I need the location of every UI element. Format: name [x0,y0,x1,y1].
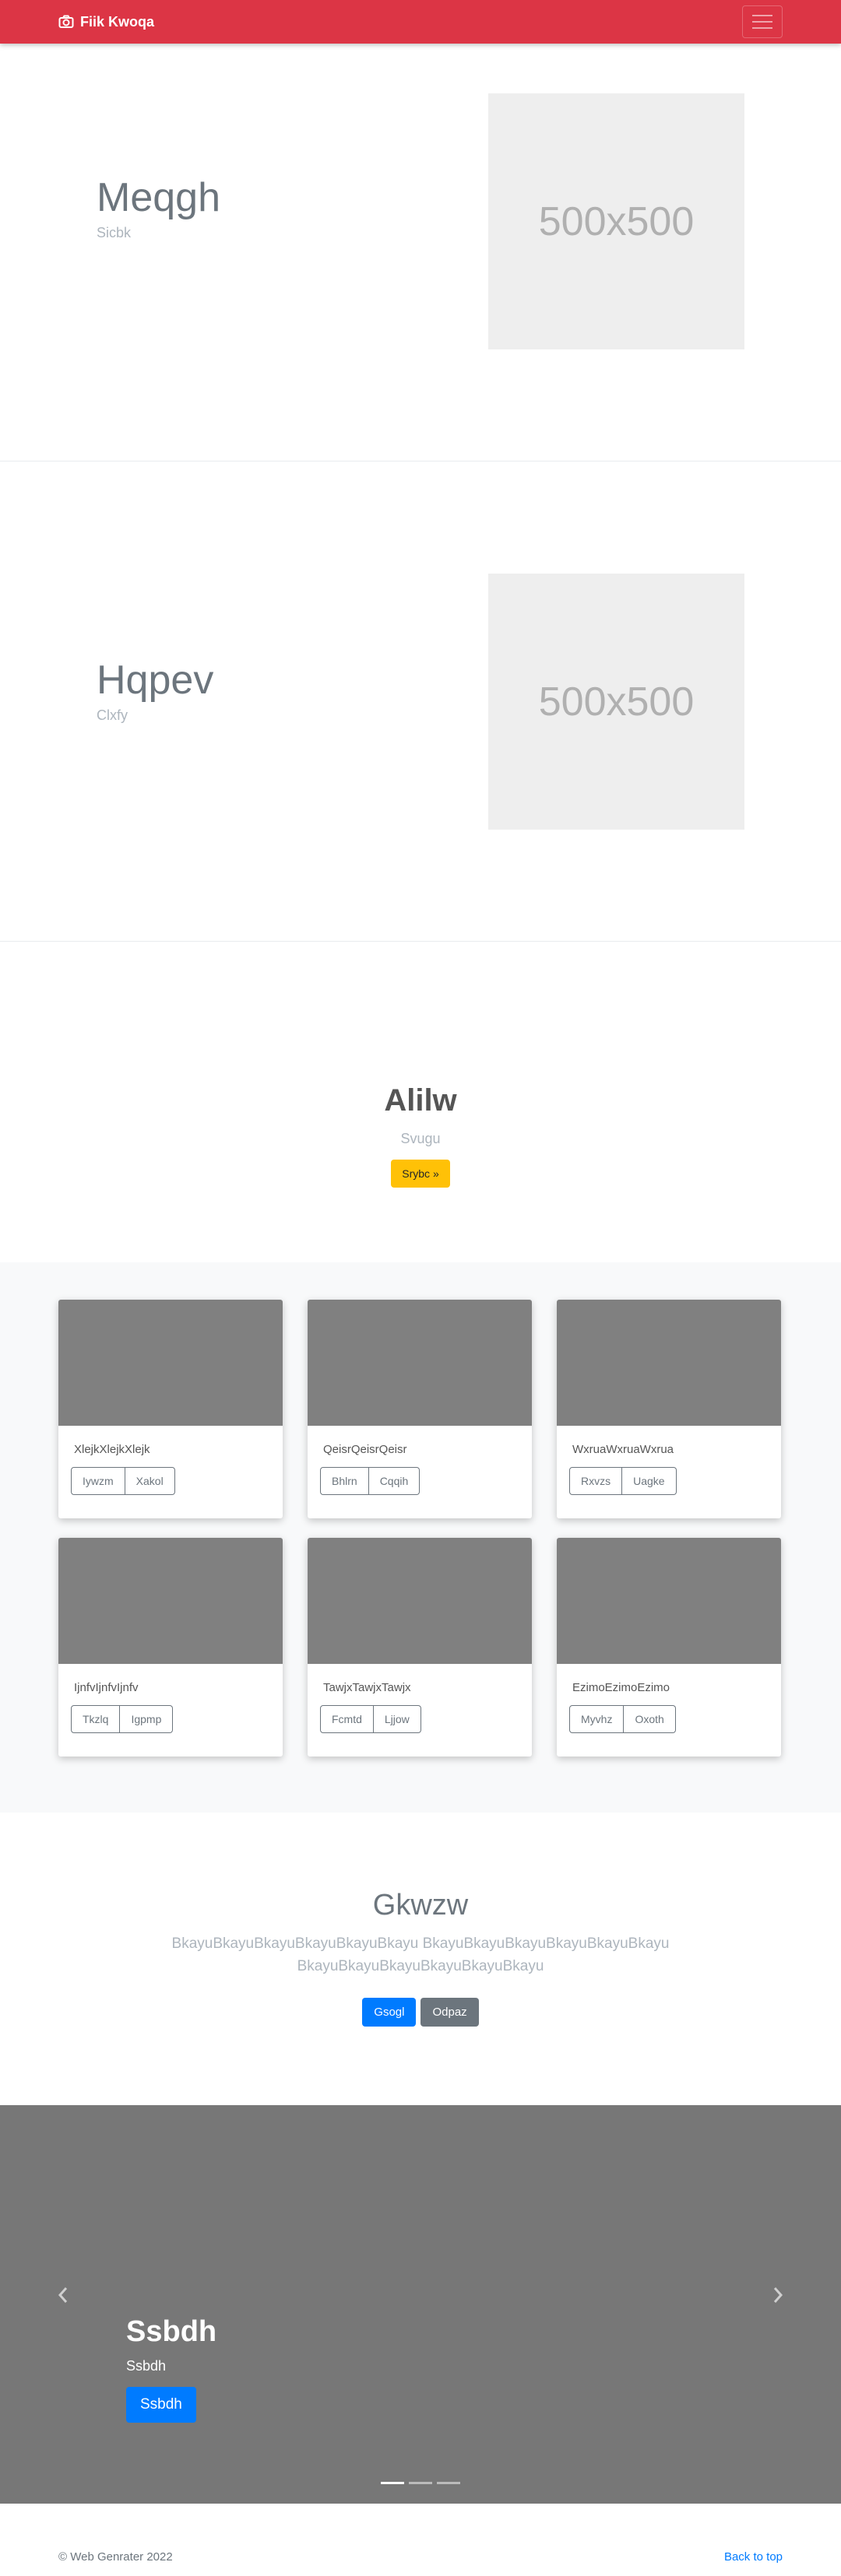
card-button[interactable]: Igpmp [120,1705,174,1733]
back-to-top-link[interactable]: Back to top [724,2550,783,2564]
carousel-indicator[interactable] [381,2482,404,2484]
card-button-group: Fcmtd Ljjow [320,1705,421,1733]
carousel-caption: Ssbdh Ssbdh Ssbdh [126,2315,216,2423]
carousel-subtitle: Ssbdh [126,2358,167,2374]
carousel-button[interactable]: Ssbdh [126,2387,196,2423]
album-section: XlejkXlejkXlejk Iywzm Xakol QeisrQeisrQe… [0,1262,841,1813]
card-button-group: Iywzm Xakol [71,1467,175,1495]
card: TawjxTawjxTawjx Fcmtd Ljjow [308,1538,532,1757]
carousel-indicators [0,2482,841,2484]
card: EzimoEzimoEzimo Myvhz Oxoth [557,1538,781,1757]
card-thumbnail [308,1300,532,1426]
card-text: QeisrQeisrQeisr [323,1443,407,1456]
promo-section: Gkwzw BkayuBkayuBkayuBkayuBkayuBkayu Bka… [0,1813,841,2105]
promo-secondary-button[interactable]: Odpaz [420,1998,479,2027]
carousel: Ssbdh Ssbdh Ssbdh [0,2105,841,2504]
card: XlejkXlejkXlejk Iywzm Xakol [58,1300,283,1518]
brand-name: Fiik Kwoqa [80,13,155,30]
card-button-group: Tkzlq Igpmp [71,1705,174,1733]
carousel-title: Ssbdh [126,2315,217,2348]
hero-image-placeholder: 500x500 [488,93,744,349]
jumbotron-section: Alilw Svugu Srybc » [0,942,841,1262]
card-button-group: Myvhz Oxoth [569,1705,676,1733]
promo-buttons: Gsogl Odpaz [0,1998,841,2027]
card-thumbnail [58,1300,283,1426]
hero-text: Meqgh Sicbk [97,175,220,241]
hero-subtitle: Clxfy [97,707,128,724]
carousel-indicator[interactable] [409,2482,432,2484]
card-button[interactable]: Ljjow [373,1705,421,1733]
card-thumbnail [58,1538,283,1664]
hero-section-2: Hqpev Clxfy 500x500 [0,462,841,942]
card-button[interactable]: Myvhz [569,1705,625,1733]
card: WxruaWxruaWxrua Rxvzs Uagke [557,1300,781,1518]
promo-body: BkayuBkayuBkayuBkayuBkayuBkayu BkayuBkay… [171,1936,670,1974]
card-text: TawjxTawjxTawjx [323,1681,411,1694]
card-button-group: Bhlrn Cqqih [320,1467,420,1495]
card-button[interactable]: Iywzm [71,1467,125,1495]
chevron-left-icon [58,2287,68,2303]
card-button[interactable]: Cqqih [368,1467,420,1495]
card-button[interactable]: Uagke [622,1467,677,1495]
footer: © Web Genrater 2022 Back to top [0,2504,841,2571]
card: QeisrQeisrQeisr Bhlrn Cqqih [308,1300,532,1518]
hero-section-1: Meqgh Sicbk 500x500 [0,44,841,462]
card-button[interactable]: Xakol [125,1467,175,1495]
promo-primary-button[interactable]: Gsogl [362,1998,417,2027]
card-text: WxruaWxruaWxrua [572,1443,674,1456]
card-text: IjnfvIjnfvIjnfv [74,1681,139,1694]
hamburger-icon [752,15,772,16]
promo-title: Gkwzw [372,1889,469,1921]
card-button[interactable]: Bhlrn [320,1467,369,1495]
card-button[interactable]: Rxvzs [569,1467,623,1495]
hero-image-placeholder: 500x500 [488,574,744,830]
jumbotron-title: Alilw [384,1083,457,1118]
jumbotron-button[interactable]: Srybc » [391,1160,450,1188]
chevron-right-icon [773,2287,783,2303]
carousel-next-button[interactable] [759,2276,797,2314]
card-grid: XlejkXlejkXlejk Iywzm Xakol QeisrQeisrQe… [0,1300,841,1757]
card-thumbnail [308,1538,532,1664]
hero-title: Hqpev [97,658,214,703]
hero-subtitle: Sicbk [97,225,132,241]
card-button[interactable]: Tkzlq [71,1705,121,1733]
card-thumbnail [557,1538,781,1664]
footer-copyright: © Web Genrater 2022 [58,2550,173,2564]
card: IjnfvIjnfvIjnfv Tkzlq Igpmp [58,1538,283,1757]
jumbotron-subtitle: Svugu [400,1131,441,1146]
hero-title: Meqgh [97,175,220,220]
carousel-indicator[interactable] [437,2482,460,2484]
brand-link[interactable]: Fiik Kwoqa [58,14,154,30]
hero-text: Hqpev Clxfy [97,658,213,724]
navbar: Fiik Kwoqa [0,0,841,44]
card-thumbnail [557,1300,781,1426]
card-text: EzimoEzimoEzimo [572,1681,670,1694]
camera-icon [58,15,74,28]
card-button-group: Rxvzs Uagke [569,1467,677,1495]
navbar-toggler-button[interactable] [742,5,783,38]
carousel-prev-button[interactable] [44,2276,82,2314]
card-button[interactable]: Oxoth [624,1705,676,1733]
card-text: XlejkXlejkXlejk [74,1443,150,1456]
card-button[interactable]: Fcmtd [320,1705,374,1733]
